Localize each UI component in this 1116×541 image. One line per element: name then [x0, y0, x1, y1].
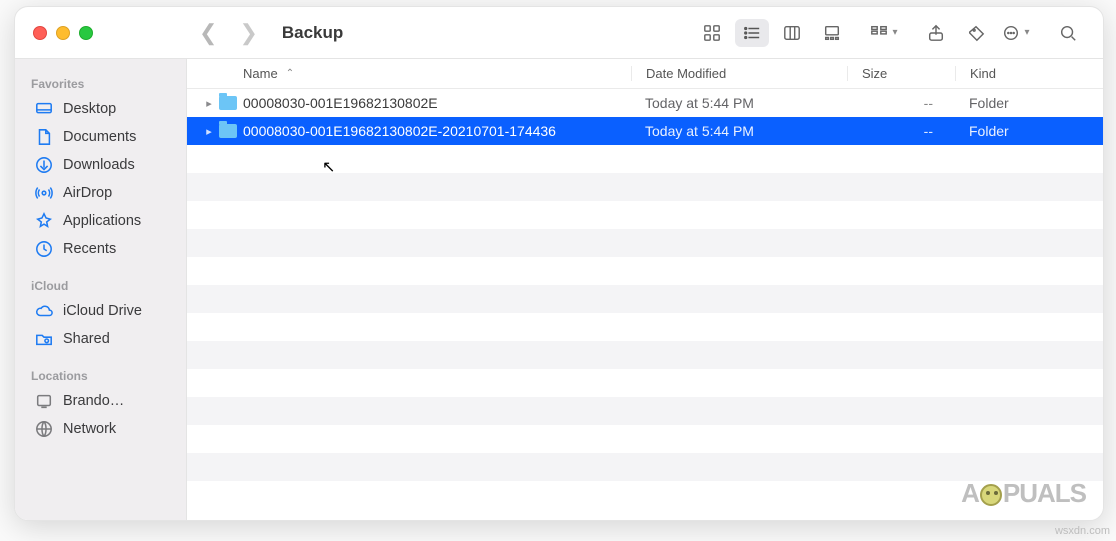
documents-icon [35, 128, 53, 146]
file-row[interactable]: ▸ 00008030-001E19682130802E Today at 5:4… [187, 89, 1103, 117]
forward-button[interactable]: ❯ [239, 20, 257, 46]
folder-icon [219, 124, 243, 138]
file-list-pane: Name ⌃ Date Modified Size Kind ▸ 0000803… [187, 59, 1103, 520]
titlebar: ❮ ❯ Backup ▾ [15, 7, 1103, 59]
file-name: 00008030-001E19682130802E-20210701-17443… [243, 123, 631, 139]
sidebar-header-favorites: Favorites [15, 71, 186, 95]
sidebar-item-label: AirDrop [63, 185, 112, 201]
close-window-button[interactable] [33, 26, 47, 40]
disclosure-triangle-icon[interactable]: ▸ [199, 97, 219, 110]
window-title: Backup [272, 23, 353, 43]
view-switcher [695, 19, 849, 47]
recents-icon [35, 240, 53, 258]
sidebar-item-label: Shared [63, 331, 110, 347]
share-button[interactable] [919, 19, 953, 47]
file-name: 00008030-001E19682130802E [243, 95, 631, 111]
search-button[interactable] [1051, 19, 1085, 47]
actions-menu-button[interactable]: ▾ [999, 19, 1033, 47]
device-icon [35, 392, 53, 410]
finder-window: ❮ ❯ Backup ▾ [14, 6, 1104, 521]
chevron-down-icon: ▾ [892, 27, 897, 38]
shared-icon [35, 330, 53, 348]
chevron-down-icon: ▾ [1024, 27, 1029, 38]
sidebar-item-airdrop[interactable]: AirDrop [19, 179, 182, 207]
nav-arrows: ❮ ❯ [185, 20, 272, 46]
column-view-button[interactable] [775, 19, 809, 47]
airdrop-icon [35, 184, 53, 202]
file-size: -- [847, 123, 955, 139]
cloud-icon [35, 302, 53, 320]
sidebar-item-label: iCloud Drive [63, 303, 142, 319]
sidebar-item-icloud-drive[interactable]: iCloud Drive [19, 297, 182, 325]
sidebar-item-label: Applications [63, 213, 141, 229]
sidebar-item-label: Recents [63, 241, 116, 257]
file-kind: Folder [955, 123, 1085, 139]
back-button[interactable]: ❮ [199, 20, 217, 46]
sidebar-item-applications[interactable]: Applications [19, 207, 182, 235]
sidebar-item-label: Brando… [63, 393, 124, 409]
window-controls [15, 26, 185, 40]
watermark-text: wsxdn.com [1055, 525, 1110, 537]
sidebar-item-recents[interactable]: Recents [19, 235, 182, 263]
column-header-size[interactable]: Size [847, 66, 955, 81]
minimize-window-button[interactable] [56, 26, 70, 40]
sidebar-item-label: Desktop [63, 101, 116, 117]
sidebar-item-desktop[interactable]: Desktop [19, 95, 182, 123]
column-header-kind[interactable]: Kind [955, 66, 1085, 81]
icon-view-button[interactable] [695, 19, 729, 47]
zoom-window-button[interactable] [79, 26, 93, 40]
column-headers: Name ⌃ Date Modified Size Kind [187, 59, 1103, 89]
column-header-name[interactable]: Name ⌃ [243, 66, 631, 81]
disclosure-triangle-icon[interactable]: ▸ [199, 125, 219, 138]
sidebar-header-icloud: iCloud [15, 273, 186, 297]
file-size: -- [847, 95, 955, 111]
sidebar-item-documents[interactable]: Documents [19, 123, 182, 151]
sidebar-item-device[interactable]: Brando… [19, 387, 182, 415]
tags-button[interactable] [959, 19, 993, 47]
downloads-icon [35, 156, 53, 174]
file-date: Today at 5:44 PM [631, 123, 847, 139]
file-date: Today at 5:44 PM [631, 95, 847, 111]
column-header-date[interactable]: Date Modified [631, 66, 847, 81]
sidebar-item-label: Downloads [63, 157, 135, 173]
sidebar-item-downloads[interactable]: Downloads [19, 151, 182, 179]
folder-icon [219, 96, 243, 110]
sidebar-header-locations: Locations [15, 363, 186, 387]
list-view-button[interactable] [735, 19, 769, 47]
file-rows: ▸ 00008030-001E19682130802E Today at 5:4… [187, 89, 1103, 520]
network-icon [35, 420, 53, 438]
group-by-button[interactable]: ▾ [867, 19, 901, 47]
sidebar-item-shared[interactable]: Shared [19, 325, 182, 353]
sidebar-item-label: Documents [63, 129, 136, 145]
sidebar-item-label: Network [63, 421, 116, 437]
sidebar-item-network[interactable]: Network [19, 415, 182, 443]
sort-indicator-icon: ⌃ [286, 68, 294, 79]
applications-icon [35, 212, 53, 230]
desktop-icon [35, 100, 53, 118]
gallery-view-button[interactable] [815, 19, 849, 47]
file-kind: Folder [955, 95, 1085, 111]
sidebar: Favorites Desktop Documents Downloads Ai… [15, 59, 187, 520]
file-row[interactable]: ▸ 00008030-001E19682130802E-20210701-174… [187, 117, 1103, 145]
